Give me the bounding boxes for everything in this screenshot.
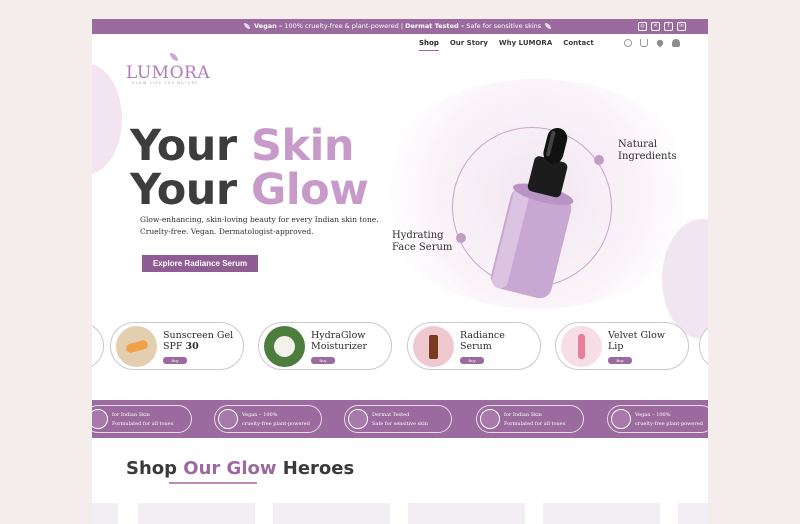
brand-tagline: GLOW LIKE THE NATURE [132, 81, 199, 85]
product-name: Velvet Glow Lip [608, 330, 665, 352]
india-icon [92, 409, 108, 429]
header-actions [624, 38, 680, 48]
user-icon[interactable] [672, 39, 680, 47]
vegan-icon [218, 409, 238, 429]
product-card[interactable]: Radiance Serum Buy [407, 322, 541, 370]
hydrating-serum-label: Hydrating Face Serum [392, 230, 453, 253]
section-underline [169, 482, 257, 484]
explore-radiance-serum-button[interactable]: Explore Radiance Serum [142, 255, 258, 272]
search-icon[interactable] [624, 39, 632, 47]
product-card[interactable]: Sunscreen Gel SPF 30 Buy [110, 322, 244, 370]
facebook-icon[interactable]: f [664, 22, 673, 31]
heart-icon[interactable] [655, 38, 665, 48]
feature-badge: Vegan – 100% cruelty-free plant-powered [607, 405, 708, 433]
linkedin-icon[interactable]: in [677, 22, 686, 31]
product-grid-card[interactable] [408, 503, 525, 524]
product-grid-card[interactable] [678, 503, 708, 524]
hotspot-dot[interactable] [456, 233, 466, 243]
product-card[interactable] [92, 322, 104, 370]
leaf-icon [170, 53, 178, 61]
product-grid-card[interactable] [92, 503, 118, 524]
natural-ingredients-label: Natural Ingredients [618, 139, 677, 162]
product-card[interactable]: Velvet Glow Lip Buy [555, 322, 689, 370]
india-icon [480, 409, 500, 429]
x-icon[interactable]: ✕ [651, 22, 660, 31]
buy-button[interactable]: Buy [608, 357, 632, 364]
product-grid-card[interactable] [543, 503, 660, 524]
hero-subtitle: Glow-enhancing, skin-loving beauty for e… [140, 215, 379, 236]
product-name: Radiance Serum [460, 330, 505, 352]
product-thumb-lip [561, 326, 602, 367]
product-grid-card[interactable] [273, 503, 390, 524]
feature-badge: Vegan – 100% cruelty-free plant-powered [214, 405, 322, 433]
cart-icon[interactable] [640, 39, 648, 47]
product-name: HydraGlow Moisturizer [311, 330, 368, 352]
dermat-tested-icon [348, 409, 368, 429]
product-thumb-moisturizer [264, 326, 305, 367]
buy-button[interactable]: Buy [460, 357, 484, 364]
feature-badge: Dermat Tested Safe for sensitive skin [344, 405, 452, 433]
nav-contact[interactable]: Contact [563, 39, 594, 51]
product-grid-card[interactable] [138, 503, 255, 524]
nav-our-story[interactable]: Our Story [450, 39, 488, 51]
serum-bottle-image [491, 127, 574, 299]
hero-headline-line2: Your Glow [130, 165, 369, 215]
section-title: Shop Our Glow Heroes [126, 458, 355, 479]
feature-badge: for Indian Skin Formulated for all tones [476, 405, 584, 433]
nav-why-lumora[interactable]: Why LUMORA [499, 39, 552, 51]
leaf-icon [545, 23, 552, 29]
main-nav: Shop Our Story Why LUMORA Contact [419, 39, 594, 51]
hero-headline-line1: Your Skin [130, 121, 354, 171]
product-card[interactable]: HydraGlow Moisturizer Buy [258, 322, 392, 370]
product-name: Sunscreen Gel SPF 30 [163, 330, 234, 352]
announcement-bar: Vegan – 100% cruelty-free & plant-powere… [92, 19, 708, 34]
landing-page: Vegan – 100% cruelty-free & plant-powere… [92, 19, 708, 524]
product-thumb-sunscreen [116, 326, 157, 367]
announcement-text: Vegan – 100% cruelty-free & plant-powere… [240, 22, 555, 30]
feature-badges-strip: for Indian Skin Formulated for all tones … [92, 400, 708, 438]
buy-button[interactable]: Buy [163, 357, 187, 364]
leaf-icon [244, 23, 250, 29]
decor-blob [92, 64, 122, 174]
social-links: ◎ ✕ f in [638, 22, 686, 31]
buy-button[interactable]: Buy [311, 357, 335, 364]
nav-shop[interactable]: Shop [419, 39, 439, 51]
product-thumb-serum [413, 326, 454, 367]
instagram-icon[interactable]: ◎ [638, 22, 647, 31]
brand-logo[interactable]: LUMORA [126, 53, 210, 83]
vegan-icon [611, 409, 631, 429]
feature-badge: for Indian Skin Formulated for all tones [92, 405, 192, 433]
